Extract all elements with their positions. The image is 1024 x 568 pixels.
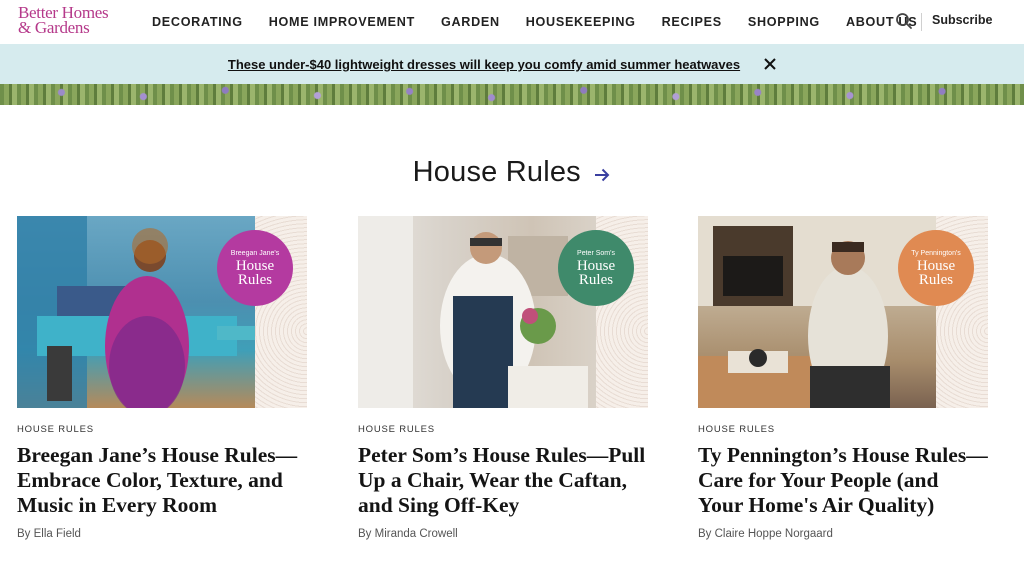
article-image[interactable]: Breegan Jane's House Rules — [17, 216, 307, 408]
article-category[interactable]: HOUSE RULES — [698, 424, 988, 435]
article-headline[interactable]: Ty Pennington’s House Rules—Care for You… — [698, 443, 988, 518]
nav-recipes[interactable]: RECIPES — [662, 15, 722, 29]
logo-line-2: & Gardens — [18, 18, 90, 37]
subscribe-link[interactable]: Subscribe — [932, 13, 992, 27]
article-headline[interactable]: Peter Som’s House Rules—Pull Up a Chair,… — [358, 443, 648, 518]
article-byline: By Miranda Crowell — [358, 528, 458, 540]
article-card[interactable]: Peter Som's House Rules HOUSE RULES Pete… — [358, 216, 648, 540]
house-rules-badge: Peter Som's House Rules — [558, 230, 634, 306]
article-image[interactable]: Ty Pennington's House Rules — [698, 216, 988, 408]
article-category[interactable]: HOUSE RULES — [17, 424, 307, 435]
nav-decorating[interactable]: DECORATING — [152, 15, 243, 29]
article-card[interactable]: Ty Pennington's House Rules HOUSE RULES … — [698, 216, 988, 540]
badge-author: Breegan Jane's — [230, 249, 280, 257]
badge-line-1: House — [235, 257, 275, 274]
main-nav: DECORATING HOME IMPROVEMENT GARDEN HOUSE… — [152, 0, 943, 44]
promo-banner-link[interactable]: These under-$40 lightweight dresses will… — [0, 57, 968, 72]
nav-home-improvement[interactable]: HOME IMPROVEMENT — [269, 15, 415, 29]
article-category[interactable]: HOUSE RULES — [358, 424, 648, 435]
article-image[interactable]: Peter Som's House Rules — [358, 216, 648, 408]
nav-garden[interactable]: GARDEN — [441, 15, 500, 29]
site-logo[interactable]: Better Homes & Gardens — [18, 4, 118, 39]
search-icon[interactable] — [895, 12, 913, 30]
badge-line-2: Rules — [237, 271, 273, 288]
site-header: Better Homes & Gardens DECORATING HOME I… — [0, 0, 1024, 44]
house-rules-badge: Ty Pennington's House Rules — [898, 230, 974, 306]
badge-line-1: House — [916, 257, 956, 274]
section-header[interactable]: House Rules — [0, 156, 1024, 189]
house-rules-badge: Breegan Jane's House Rules — [217, 230, 293, 306]
promo-banner: These under-$40 lightweight dresses will… — [0, 44, 1024, 84]
nav-shopping[interactable]: SHOPPING — [748, 15, 820, 29]
arrow-right-icon[interactable] — [593, 166, 611, 184]
section-title[interactable]: House Rules — [413, 156, 581, 188]
hero-image-strip — [0, 84, 1024, 105]
badge-author: Peter Som's — [577, 249, 615, 257]
article-headline[interactable]: Breegan Jane’s House Rules—Embrace Color… — [17, 443, 307, 518]
article-byline: By Claire Hoppe Norgaard — [698, 528, 833, 540]
article-byline: By Ella Field — [17, 528, 81, 540]
close-icon[interactable] — [763, 57, 777, 71]
badge-line-2: Rules — [918, 271, 954, 288]
nav-housekeeping[interactable]: HOUSEKEEPING — [526, 15, 636, 29]
header-divider — [921, 13, 922, 31]
badge-line-2: Rules — [578, 271, 614, 288]
article-card[interactable]: Breegan Jane's House Rules HOUSE RULES B… — [17, 216, 307, 540]
badge-author: Ty Pennington's — [911, 249, 961, 257]
badge-line-1: House — [576, 257, 616, 274]
